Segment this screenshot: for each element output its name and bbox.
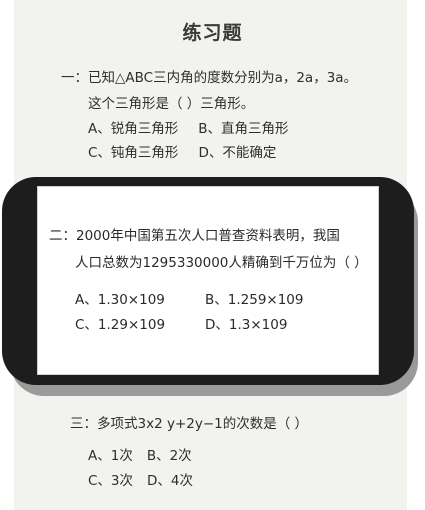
q3-options-row2: C、3次 D、4次 xyxy=(88,469,193,489)
q3-stem: 三：多项式3x2 y+2y−1的次数是（ ） xyxy=(70,416,309,432)
q1-option-d[interactable]: D、不能确定 xyxy=(198,145,276,161)
q2-option-a[interactable]: A、1.30×109 xyxy=(75,288,205,308)
page-title: 练习题 xyxy=(182,22,243,44)
q1-stem-line2: 这个三角形是（ ）三角形。 xyxy=(88,96,255,112)
q2-option-d[interactable]: D、1.3×109 xyxy=(205,317,287,333)
q1-option-a[interactable]: A、锐角三角形 xyxy=(88,121,178,137)
phone-screen xyxy=(37,186,379,375)
q3-option-c[interactable]: C、3次 xyxy=(88,473,133,489)
q1-stem-line1: 一：已知△ABC三内角的度数分别为a，2a，3a。 xyxy=(61,70,358,86)
q1-option-c[interactable]: C、钝角三角形 xyxy=(88,145,178,161)
q2-options-row1: A、1.30×109 B、1.259×109 xyxy=(75,288,304,308)
q3-options-row1: A、1次 B、2次 xyxy=(88,444,192,464)
q3-option-b[interactable]: B、2次 xyxy=(147,448,192,464)
q2-stem-line1: 二：2000年中国第五次人口普查资料表明，我国 xyxy=(49,228,340,244)
q1-option-b[interactable]: B、直角三角形 xyxy=(198,121,288,137)
q2-option-c[interactable]: C、1.29×109 xyxy=(75,313,205,333)
q3-option-d[interactable]: D、4次 xyxy=(147,473,193,489)
q3-option-a[interactable]: A、1次 xyxy=(88,448,133,464)
q1-options-row1: A、锐角三角形 B、直角三角形 xyxy=(88,117,289,137)
q2-stem-line2: 人口总数为1295330000人精确到千万位为（ ） xyxy=(75,255,368,271)
q2-option-b[interactable]: B、1.259×109 xyxy=(205,292,304,308)
q1-options-row2: C、钝角三角形 D、不能确定 xyxy=(88,141,276,161)
q2-options-row2: C、1.29×109 D、1.3×109 xyxy=(75,313,287,333)
